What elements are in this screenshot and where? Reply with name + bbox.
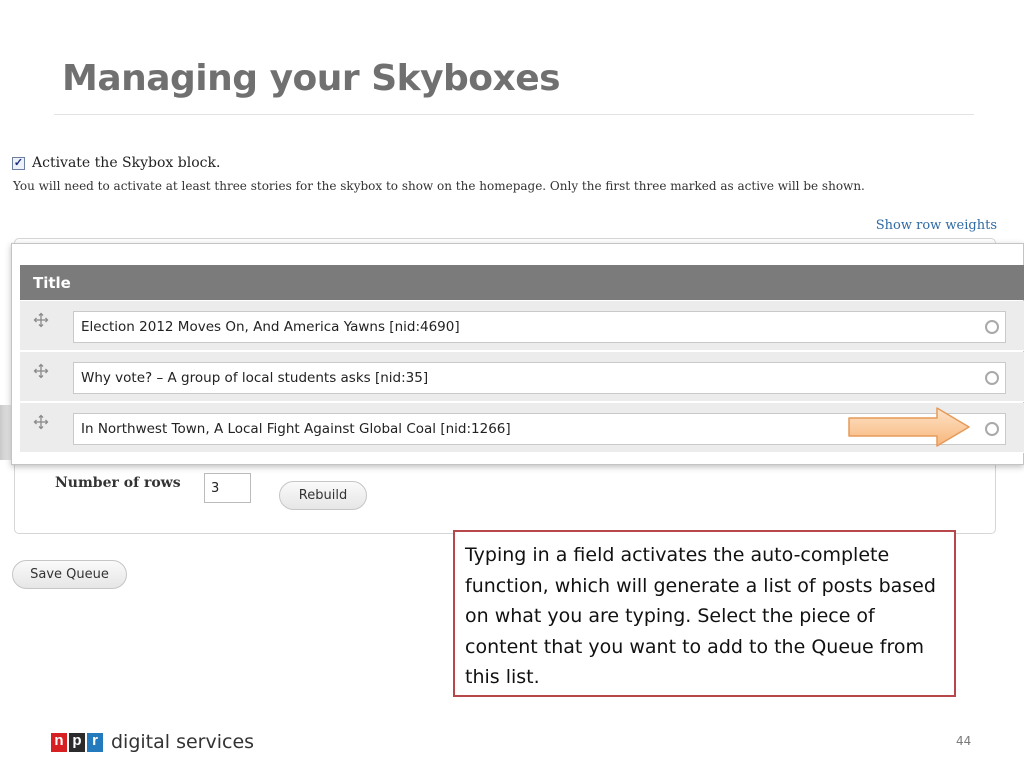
save-queue-button[interactable]: Save Queue xyxy=(12,560,127,589)
autocomplete-throbber-icon xyxy=(985,320,999,334)
number-of-rows-input[interactable] xyxy=(204,473,251,503)
show-row-weights-link[interactable]: Show row weights xyxy=(876,218,997,233)
story-autocomplete-input[interactable] xyxy=(73,311,1006,343)
page-number: 44 xyxy=(956,734,972,748)
logo-letter-n: n xyxy=(51,732,67,752)
pointer-arrow-icon xyxy=(848,407,970,447)
rebuild-button[interactable]: Rebuild xyxy=(279,481,367,510)
checkmark-icon: ✓ xyxy=(13,156,24,169)
autocomplete-throbber-icon xyxy=(985,422,999,436)
table-header-title: Title xyxy=(20,265,1024,300)
activate-label: Activate the Skybox block. xyxy=(32,155,221,171)
title-divider xyxy=(54,114,974,115)
drag-handle-icon[interactable] xyxy=(33,312,49,328)
table-row xyxy=(20,352,1024,402)
story-autocomplete-input[interactable] xyxy=(73,362,1006,394)
activate-help-text: You will need to activate at least three… xyxy=(13,179,865,193)
drag-handle-icon[interactable] xyxy=(33,363,49,379)
table-row xyxy=(20,301,1024,351)
activate-checkbox[interactable]: ✓ xyxy=(12,156,25,170)
slide-title: Managing your Skyboxes xyxy=(62,58,561,99)
logo-text: digital services xyxy=(111,731,255,753)
drag-handle-icon[interactable] xyxy=(33,414,49,430)
npr-logo: n p r digital services xyxy=(51,731,254,753)
logo-letter-p: p xyxy=(69,732,85,752)
autocomplete-throbber-icon xyxy=(985,371,999,385)
instruction-callout: Typing in a field activates the auto-com… xyxy=(453,530,956,697)
activate-skybox-row[interactable]: ✓ Activate the Skybox block. xyxy=(12,155,220,171)
number-of-rows-label: Number of rows xyxy=(55,475,181,491)
logo-letter-r: r xyxy=(87,732,103,752)
